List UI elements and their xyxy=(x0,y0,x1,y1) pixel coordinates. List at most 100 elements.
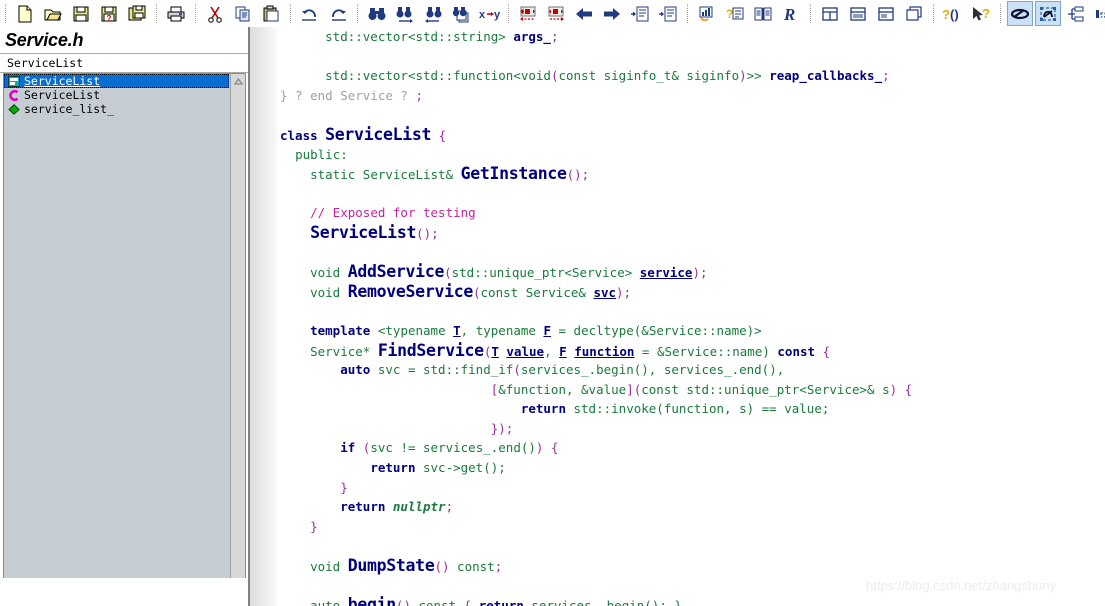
open-folder-icon[interactable] xyxy=(40,1,66,26)
context-window-icon[interactable]: ? xyxy=(722,1,748,26)
context-help-pointer-icon[interactable]: ? xyxy=(968,1,994,26)
code-token: services_.begin(); } xyxy=(523,598,682,606)
code-token: std::vector<std::function< xyxy=(325,68,521,84)
cut-scissors-icon[interactable] xyxy=(202,1,228,26)
scroll-up-arrow-icon[interactable] xyxy=(231,74,245,88)
symbol-window-icon[interactable] xyxy=(694,1,720,26)
svg-text:y: y xyxy=(494,9,500,21)
binoculars-find-in-files-icon[interactable] xyxy=(448,1,474,26)
code-token: RemoveService xyxy=(347,281,474,301)
code-token: ); xyxy=(692,265,708,281)
code-token: Service* xyxy=(310,343,378,359)
code-token: nullptr xyxy=(392,499,446,515)
replace-xy-icon[interactable]: xy xyxy=(476,1,502,26)
toolbar-separator xyxy=(1000,4,1001,23)
dependency-graph-icon[interactable] xyxy=(1091,1,1105,26)
save-icon[interactable] xyxy=(68,1,94,26)
undo-arrow-icon[interactable] xyxy=(297,1,323,26)
svg-text:?: ? xyxy=(982,6,990,21)
code-token: begin xyxy=(347,595,396,606)
paste-icon[interactable] xyxy=(258,1,284,26)
code-token: const xyxy=(480,284,519,300)
code-token: void xyxy=(520,68,551,84)
code-token: (); xyxy=(566,167,590,183)
code-token: ); xyxy=(616,284,632,300)
code-line: [&function, &value](const std::unique_pt… xyxy=(280,380,1105,400)
list-item-label: service_list_ xyxy=(24,102,115,116)
goto-declaration-icon[interactable] xyxy=(655,1,681,26)
redo-arrow-icon[interactable] xyxy=(325,1,351,26)
cascade-windows-icon[interactable] xyxy=(901,1,927,26)
code-token: FindService xyxy=(377,340,484,360)
code-token: auto xyxy=(340,362,371,378)
code-line: Service* FindService(T value, F function… xyxy=(280,341,1105,361)
code-line: // Exposed for testing xyxy=(280,203,1105,223)
code-token: = &Service::name) xyxy=(634,343,778,359)
code-token: F xyxy=(559,343,567,359)
code-token: args_ xyxy=(513,29,551,44)
symbol-list-scrollbar[interactable] xyxy=(230,74,245,603)
save-as-icon[interactable]: ? xyxy=(96,1,122,26)
toolbar-group-help: ?() ? xyxy=(939,0,995,27)
code-line: return svc->get(); xyxy=(280,458,1105,478)
svg-text:(): () xyxy=(950,7,959,22)
select-marquee-icon[interactable] xyxy=(1035,1,1061,26)
code-token: reap_callbacks_ xyxy=(769,68,883,84)
printer-icon[interactable] xyxy=(163,1,189,26)
code-token: ) { xyxy=(889,381,913,397)
list-item[interactable]: service_list_ xyxy=(4,102,245,116)
goto-definition-icon[interactable] xyxy=(627,1,653,26)
code-token: void xyxy=(310,559,348,575)
list-item[interactable]: ServiceList xyxy=(4,88,245,102)
code-token: (); xyxy=(416,225,439,241)
binoculars-find-icon[interactable] xyxy=(364,1,390,26)
relation-window-icon[interactable]: R xyxy=(778,1,804,26)
save-all-icon[interactable] xyxy=(124,1,150,26)
symbol-search-input[interactable]: ServiceList xyxy=(3,54,246,71)
code-token: = decltype(&Service::name)> xyxy=(550,322,762,338)
toolbar-group-tools: ? xyxy=(1006,0,1105,27)
code-token: < xyxy=(370,322,386,338)
code-line: } ? end Service ? ; xyxy=(280,86,1105,106)
function-help-icon[interactable]: ?() xyxy=(940,1,966,26)
code-token: template xyxy=(310,322,371,338)
code-token: svc = std::find_if xyxy=(370,362,514,378)
code-token: if xyxy=(340,440,356,456)
toolbar-separator xyxy=(810,4,811,23)
code-editor[interactable]: std::vector<std::string> args_; std::vec… xyxy=(250,27,1105,606)
toolbar-group-history xyxy=(296,0,352,27)
jump-forward-marker-icon[interactable] xyxy=(543,1,569,26)
symbol-list[interactable]: ServiceList ServiceList service_list_ xyxy=(3,73,246,604)
code-content[interactable]: std::vector<std::string> args_; std::vec… xyxy=(280,27,1105,606)
code-token: { xyxy=(431,127,447,143)
new-file-icon[interactable] xyxy=(12,1,38,26)
code-line: std::vector<std::string> args_; xyxy=(280,27,1105,47)
code-token: Service& xyxy=(518,284,594,300)
code-token: class xyxy=(280,127,326,143)
toolbar-group-search: xy xyxy=(363,0,503,27)
vertical-split-icon[interactable] xyxy=(873,1,899,26)
code-token: svc->get(); xyxy=(415,460,506,476)
link-oval-icon[interactable] xyxy=(1007,1,1033,26)
toolbar-group-browse: ? R xyxy=(693,0,805,27)
code-line: template <typename T, typename F = declt… xyxy=(280,321,1105,341)
forward-arrow-icon[interactable] xyxy=(599,1,625,26)
code-token: ) { xyxy=(535,440,559,456)
tile-windows-icon[interactable] xyxy=(817,1,843,26)
code-token: const xyxy=(777,343,816,359)
open-book-icon[interactable] xyxy=(750,1,776,26)
copy-icon[interactable] xyxy=(230,1,256,26)
binoculars-find-next-icon[interactable] xyxy=(392,1,418,26)
back-arrow-icon[interactable] xyxy=(571,1,597,26)
code-line: void AddService(std::unique_ptr<Service>… xyxy=(280,262,1105,282)
outline-tree-icon[interactable] xyxy=(1063,1,1089,26)
horizontal-split-icon[interactable] xyxy=(845,1,871,26)
binoculars-find-prev-icon[interactable] xyxy=(420,1,446,26)
jump-back-marker-icon[interactable] xyxy=(515,1,541,26)
list-item[interactable]: ServiceList xyxy=(4,74,229,88)
